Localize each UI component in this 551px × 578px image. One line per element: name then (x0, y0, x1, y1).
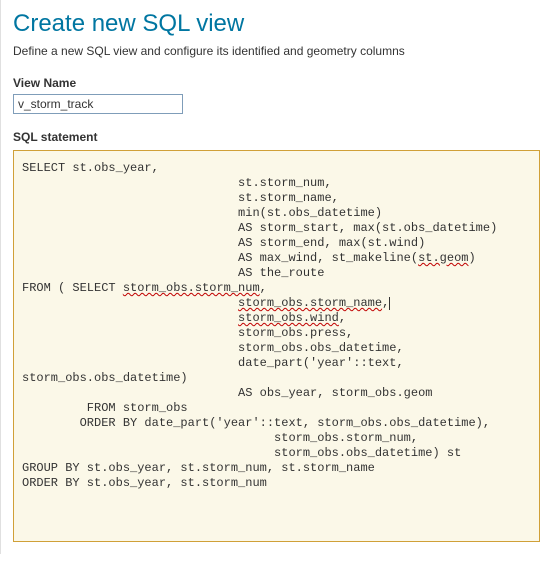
text-caret (389, 297, 390, 310)
sql-line: storm_obs.wind, (22, 311, 346, 325)
sql-line: FROM ( SELECT storm_obs.storm_num, (22, 281, 267, 295)
sql-line: storm_obs.press, (22, 326, 353, 340)
sql-line: st.storm_num, (22, 176, 332, 190)
sql-line: storm_obs.storm_num, (22, 431, 418, 445)
sql-line: ORDER BY date_part('year'::text, storm_o… (22, 416, 490, 430)
page-subtitle: Define a new SQL view and configure its … (13, 44, 539, 58)
sql-line: FROM storm_obs (22, 401, 188, 415)
sql-line: min(st.obs_datetime) (22, 206, 382, 220)
spellcheck-mark: storm_obs.wind (238, 311, 339, 325)
spellcheck-mark: storm_obs.storm_num (123, 281, 260, 295)
sql-line: ORDER BY st.obs_year, st.storm_num (22, 476, 267, 490)
sql-statement-label: SQL statement (13, 130, 539, 144)
sql-line: GROUP BY st.obs_year, st.storm_num, st.s… (22, 461, 375, 475)
sql-line: st.storm_name, (22, 191, 339, 205)
sql-line: AS max_wind, st_makeline(st.geom) (22, 251, 476, 265)
sql-line: AS the_route (22, 266, 324, 280)
spellcheck-mark: storm_obs.storm_name (238, 296, 382, 310)
view-name-input[interactable] (13, 94, 183, 114)
sql-statement-textarea[interactable]: SELECT st.obs_year, st.storm_num, st.sto… (13, 150, 540, 542)
sql-line: AS storm_end, max(st.wind) (22, 236, 425, 250)
page-title: Create new SQL view (13, 10, 539, 38)
sql-line: AS storm_start, max(st.obs_datetime) (22, 221, 497, 235)
sql-line: SELECT st.obs_year, (22, 161, 159, 175)
sql-line: AS obs_year, storm_obs.geom (22, 386, 432, 400)
sql-line: date_part('year'::text, (22, 356, 404, 370)
sql-line: storm_obs.obs_datetime) (22, 371, 188, 385)
view-name-label: View Name (13, 76, 539, 90)
sql-view-form: Create new SQL view Define a new SQL vie… (0, 0, 551, 554)
sql-line: storm_obs.obs_datetime, (22, 341, 404, 355)
spellcheck-mark: st.geom (418, 251, 468, 265)
sql-line: storm_obs.obs_datetime) st (22, 446, 461, 460)
sql-line: storm_obs.storm_name, (22, 296, 389, 310)
